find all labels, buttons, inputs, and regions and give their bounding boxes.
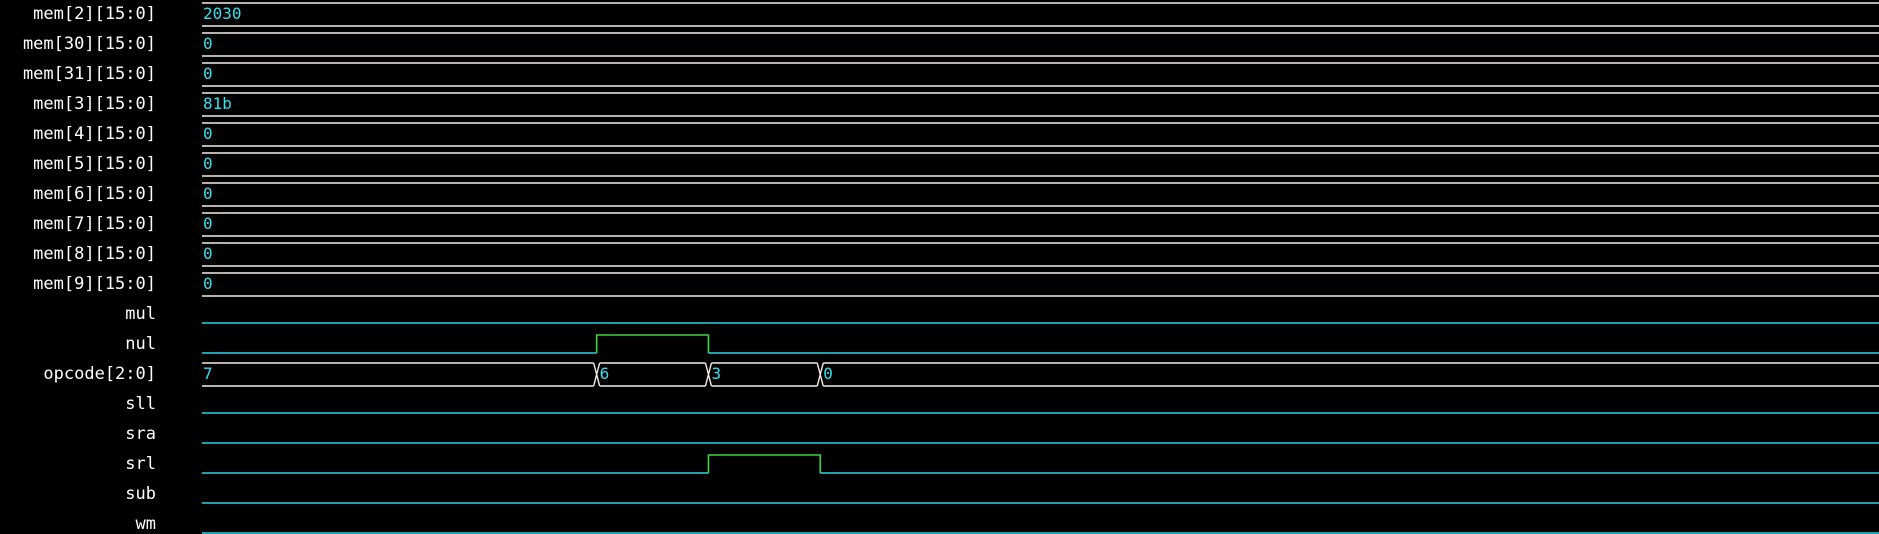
bus-value: 0 xyxy=(203,64,213,83)
bit-high-pulse xyxy=(595,334,710,353)
bus-value: 0 xyxy=(203,244,213,263)
bus-value: 0 xyxy=(203,214,213,233)
bus-value: 6 xyxy=(600,364,610,383)
bus-value: 2030 xyxy=(203,4,242,23)
bit-high-pulse xyxy=(707,454,822,473)
bus-value: 3 xyxy=(711,364,721,383)
bus-value: 0 xyxy=(203,34,213,53)
bus-value: 0 xyxy=(203,154,213,173)
bus-value: 81b xyxy=(203,94,232,113)
bus-value: 0 xyxy=(823,364,833,383)
bus-value: 7 xyxy=(203,364,213,383)
waveform-canvas[interactable]: 2030 0 0 81b 0 0 0 0 0 0 7 6 3 0 xyxy=(0,0,1879,534)
bus-value: 0 xyxy=(203,124,213,143)
bus-value: 0 xyxy=(203,274,213,293)
bus-value: 0 xyxy=(203,184,213,203)
